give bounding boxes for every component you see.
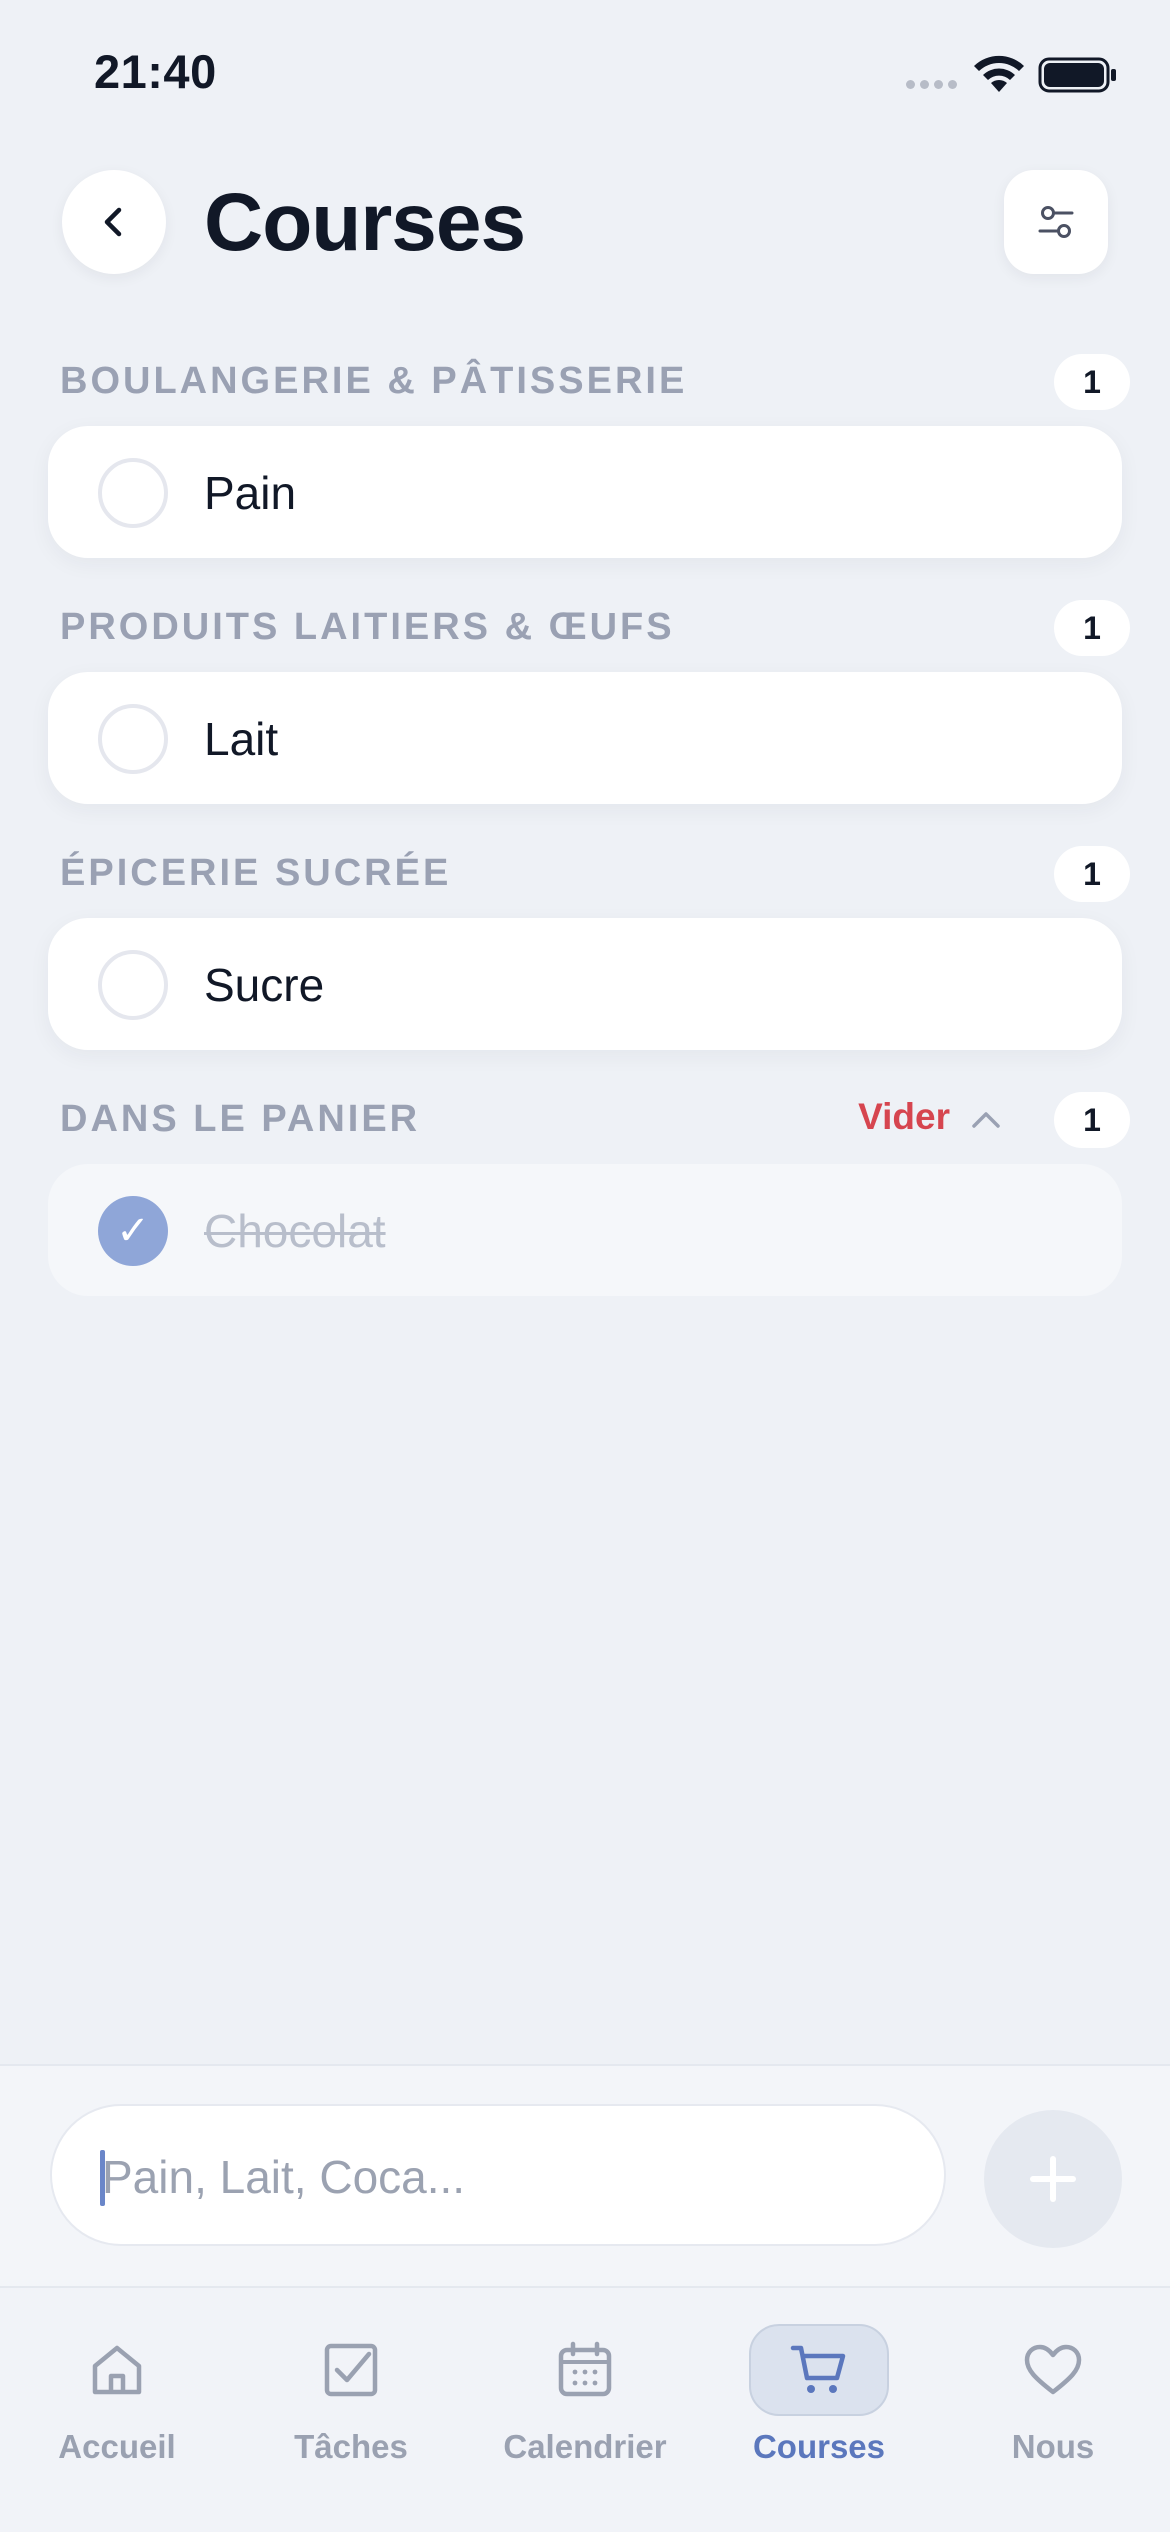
add-item-button[interactable]: [984, 2110, 1122, 2248]
section-header-dairy: PRODUITS LAITIERS & ŒUFS 1: [60, 600, 1130, 656]
count-badge: 1: [1054, 600, 1130, 656]
cellular-signal-icon: [906, 80, 957, 89]
home-icon: [92, 2345, 142, 2395]
cart-icon: [790, 2345, 846, 2393]
list-item[interactable]: Pain: [48, 426, 1122, 558]
chevron-up-icon[interactable]: [968, 1104, 1004, 1134]
battery-icon: [1038, 57, 1116, 93]
tab-label: Tâches: [294, 2428, 408, 2465]
item-label: Lait: [204, 713, 279, 765]
chevron-left-icon: [104, 207, 122, 237]
sliders-icon: [1038, 206, 1074, 238]
wifi-icon: [974, 55, 1024, 92]
section-header-sweet-grocery: ÉPICERIE SUCRÉE 1: [60, 846, 1130, 902]
tab-calendrier[interactable]: Calendrier: [468, 2288, 702, 2488]
list-item[interactable]: Lait: [48, 672, 1122, 804]
section-title: BOULANGERIE & PÂTISSERIE: [60, 360, 688, 402]
checkbox-icon: [324, 2343, 378, 2397]
tab-taches[interactable]: Tâches: [234, 2288, 468, 2488]
courses-screen: 21:40 Courses BOULANGERIE & PÂTISSERIE 1…: [0, 0, 1170, 2532]
filter-button[interactable]: [1004, 170, 1108, 274]
item-checkbox[interactable]: [98, 458, 168, 528]
plus-icon: [1030, 2156, 1076, 2202]
tab-bar: Accueil Tâches Calendrier Courses Nous: [0, 2286, 1170, 2532]
item-label: Sucre: [204, 959, 325, 1011]
count-badge: 1: [1054, 846, 1130, 902]
tab-label: Nous: [1011, 2428, 1095, 2465]
item-checkbox[interactable]: [98, 704, 168, 774]
section-title: ÉPICERIE SUCRÉE: [60, 852, 452, 894]
item-label: Chocolat: [204, 1205, 386, 1257]
count-badge: 1: [1054, 1092, 1130, 1148]
section-header-bakery: BOULANGERIE & PÂTISSERIE 1: [60, 354, 1130, 410]
add-item-input[interactable]: Pain, Lait, Coca...: [50, 2104, 946, 2246]
tab-label: Calendrier: [503, 2428, 667, 2465]
page-title: Courses: [204, 177, 526, 268]
clear-basket-button[interactable]: Vider: [858, 1096, 950, 1138]
list-item[interactable]: Sucre: [48, 918, 1122, 1050]
item-checkbox-checked[interactable]: ✓: [98, 1196, 168, 1266]
section-title: DANS LE PANIER: [60, 1098, 421, 1140]
heart-icon: [1024, 2344, 1082, 2395]
item-label: Pain: [204, 467, 297, 519]
status-bar: 21:40: [0, 0, 1170, 150]
item-checkbox[interactable]: [98, 950, 168, 1020]
tab-nous[interactable]: Nous: [936, 2288, 1170, 2488]
tab-label: Accueil: [58, 2428, 176, 2465]
calendar-icon: [558, 2341, 612, 2397]
back-button[interactable]: [62, 170, 166, 274]
add-item-bar: Pain, Lait, Coca...: [0, 2064, 1170, 2286]
tab-courses[interactable]: Courses: [702, 2288, 936, 2488]
tab-accueil[interactable]: Accueil: [0, 2288, 234, 2488]
count-badge: 1: [1054, 354, 1130, 410]
section-title: PRODUITS LAITIERS & ŒUFS: [60, 606, 675, 648]
tab-label: Courses: [752, 2428, 886, 2465]
section-header-basket: DANS LE PANIER Vider 1: [60, 1092, 1130, 1148]
status-time: 21:40: [94, 45, 217, 98]
add-item-placeholder: Pain, Lait, Coca...: [102, 2151, 466, 2203]
list-item-checked[interactable]: ✓ Chocolat: [48, 1164, 1122, 1296]
